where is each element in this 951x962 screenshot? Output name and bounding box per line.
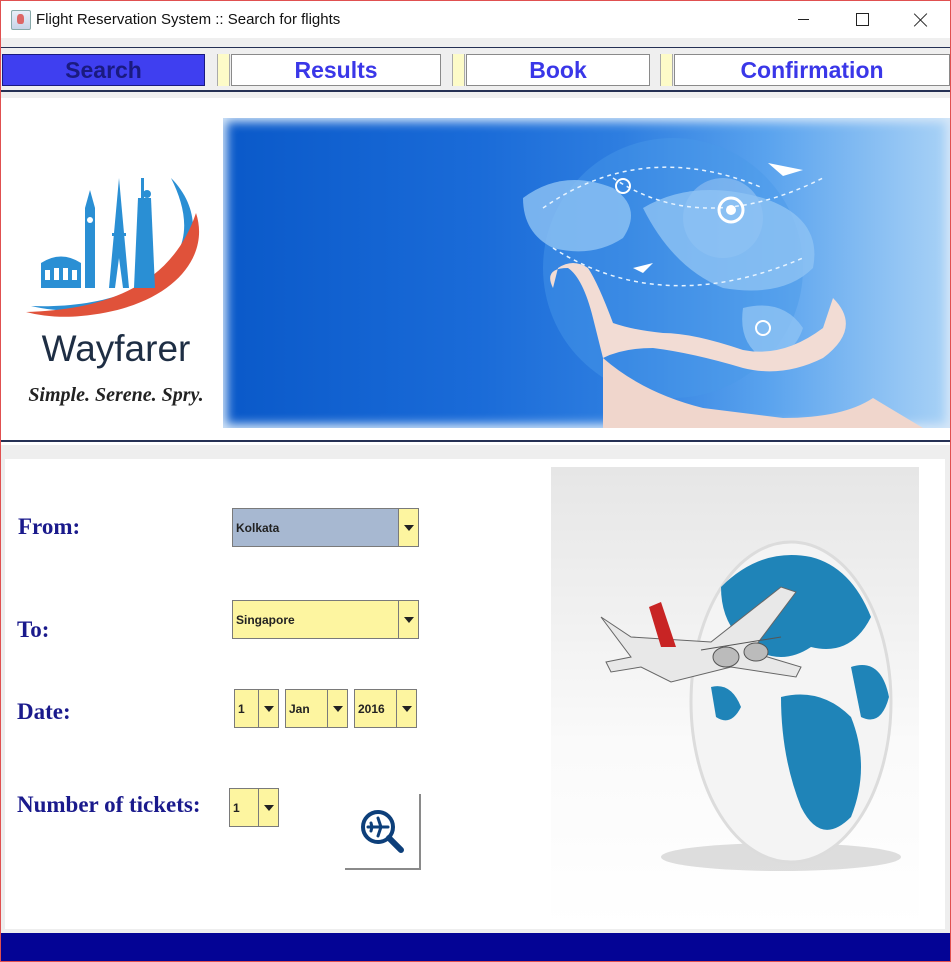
divider (1, 47, 950, 48)
globe-airplane-illustration (600, 540, 901, 871)
chevron-down-icon[interactable] (396, 690, 416, 727)
landmarks-logo-icon (26, 178, 200, 317)
tab-confirmation[interactable]: Confirmation (674, 54, 950, 86)
close-button[interactable] (892, 1, 950, 38)
search-flights-button[interactable] (345, 794, 421, 870)
tickets-value: 1 (233, 800, 240, 815)
to-label: To: (17, 617, 50, 642)
date-month-value: Jan (289, 701, 310, 716)
divider (1, 440, 950, 442)
window-title: Flight Reservation System :: Search for … (36, 11, 341, 28)
hero-image (223, 118, 950, 428)
footer-bar (1, 933, 950, 961)
title-bar: Flight Reservation System :: Search for … (1, 1, 950, 38)
tab-separator (660, 54, 673, 86)
tab-book[interactable]: Book (466, 54, 650, 86)
chevron-down-icon[interactable] (398, 509, 418, 546)
date-year-value: 2016 (358, 701, 385, 716)
tab-separator (452, 54, 465, 86)
tab-search[interactable]: Search (2, 54, 205, 86)
chevron-down-icon[interactable] (258, 789, 278, 826)
app-window: Flight Reservation System :: Search for … (0, 0, 951, 962)
flight-search-icon (361, 810, 404, 853)
from-combo[interactable]: Kolkata (232, 508, 419, 547)
maximize-icon (855, 13, 869, 26)
minimize-button[interactable] (774, 1, 832, 38)
banner: Wayfarer Simple. Serene. Spry. (1, 98, 950, 443)
search-form: From: Kolkata To: Singapore Date: 1 Jan … (5, 459, 945, 929)
tab-separator (217, 54, 230, 86)
world-network-hand-image (523, 138, 923, 428)
date-label: Date: (17, 699, 71, 724)
from-value: Kolkata (236, 520, 280, 535)
wayfarer-logo: Wayfarer Simple. Serene. Spry. (21, 138, 211, 406)
divider (1, 90, 950, 92)
date-day-combo[interactable]: 1 (234, 689, 279, 728)
java-cup-icon (11, 10, 31, 30)
brand-name: Wayfarer (41, 328, 191, 369)
search-form-area: From: Kolkata To: Singapore Date: 1 Jan … (1, 445, 950, 933)
close-icon (914, 13, 928, 27)
tab-results[interactable]: Results (231, 54, 441, 86)
chevron-down-icon[interactable] (258, 690, 278, 727)
globe-airplane-image (551, 467, 919, 929)
tab-bar: Search Results Book Confirmation (1, 38, 950, 98)
maximize-button[interactable] (833, 1, 891, 38)
from-label: From: (18, 514, 81, 539)
date-day-value: 1 (238, 701, 245, 716)
chevron-down-icon[interactable] (398, 601, 418, 638)
chevron-down-icon[interactable] (327, 690, 347, 727)
brand-tagline: Simple. Serene. Spry. (28, 384, 204, 406)
to-combo[interactable]: Singapore (232, 600, 419, 639)
date-month-combo[interactable]: Jan (285, 689, 348, 728)
minimize-icon (797, 19, 809, 20)
to-value: Singapore (236, 612, 295, 627)
tickets-combo[interactable]: 1 (229, 788, 279, 827)
date-year-combo[interactable]: 2016 (354, 689, 417, 728)
tickets-label: Number of tickets: (17, 792, 201, 817)
